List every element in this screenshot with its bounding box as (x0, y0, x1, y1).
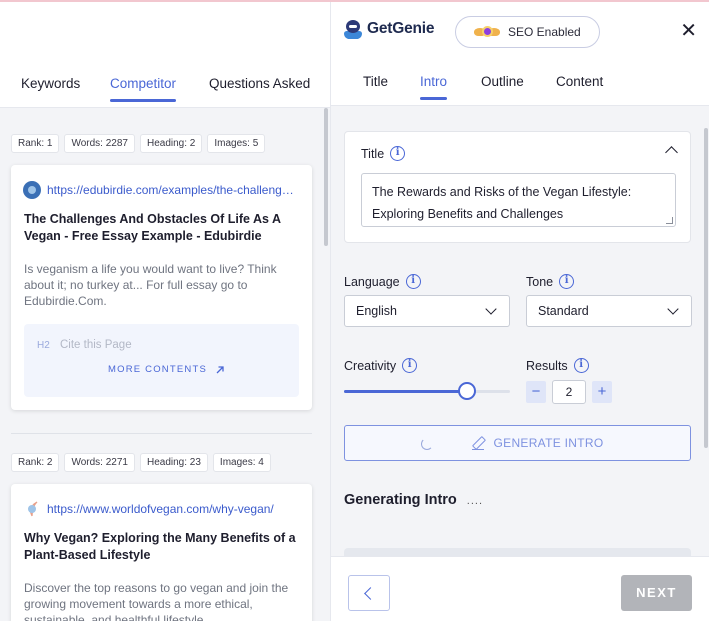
competitor-contents: H2 Cite this Page MORE CONTENTS (24, 324, 299, 397)
generate-intro-button[interactable]: GENERATE INTRO (344, 425, 691, 461)
competitor-title: The Challenges And Obstacles Of Life As … (24, 212, 281, 243)
left-scrollbar[interactable] (324, 108, 328, 246)
tone-label-row: Tone i (526, 274, 575, 289)
results-label: Results (526, 358, 568, 373)
result-skeleton (344, 548, 691, 556)
tab-content[interactable]: Content (556, 74, 603, 89)
heading-tag-label: H2 (37, 340, 50, 351)
leaf-favicon-icon (23, 500, 41, 518)
competitor-url-row[interactable]: https://edubirdie.com/examples/the-chall… (23, 181, 297, 199)
images-badge: Images: 5 (207, 134, 266, 153)
brand-name: GetGenie (367, 20, 435, 37)
tab-outline[interactable]: Outline (481, 74, 524, 89)
slider-thumb[interactable] (457, 382, 476, 400)
rank-badge: Rank: 1 (11, 134, 60, 153)
competitor-divider (11, 433, 312, 434)
chevron-left-icon (364, 587, 377, 600)
creativity-slider[interactable] (344, 382, 510, 400)
chevron-up-icon[interactable] (665, 146, 678, 159)
competitor-1-stats: Rank: 1 Words: 2287 Heading: 2 Images: 5 (11, 134, 266, 153)
heading-badge: Heading: 23 (139, 453, 208, 472)
language-label: Language (344, 274, 400, 289)
info-icon[interactable]: i (573, 358, 589, 373)
creativity-label-row: Creativity i (344, 358, 418, 373)
slider-fill (344, 390, 467, 393)
tone-label: Tone (526, 274, 554, 289)
heading-text: Cite this Page (60, 339, 132, 351)
images-badge: Images: 4 (212, 453, 271, 472)
tone-value: Standard (538, 304, 589, 318)
intro-form: Title i The Rewards and Risks of the Veg… (331, 106, 709, 556)
edubirdie-favicon-icon (23, 181, 41, 199)
decrement-button[interactable]: − (526, 381, 546, 403)
competitor-card-1: https://edubirdie.com/examples/the-chall… (11, 165, 312, 410)
pencil-icon (471, 437, 484, 450)
info-icon[interactable]: i (390, 146, 406, 161)
left-header (0, 2, 330, 62)
chevron-down-icon (667, 303, 679, 315)
resize-handle-icon[interactable] (666, 217, 673, 224)
title-value: The Rewards and Risks of the Vegan Lifes… (372, 185, 632, 221)
results-input[interactable]: 2 (552, 380, 586, 404)
competitor-url[interactable]: https://edubirdie.com/examples/the-chall… (47, 183, 297, 197)
chevron-down-icon (485, 303, 497, 315)
title-section: Title i The Rewards and Risks of the Veg… (344, 131, 691, 243)
seo-enabled-label: SEO Enabled (508, 25, 581, 39)
heading-badge: Heading: 2 (139, 134, 203, 153)
words-badge: Words: 2271 (64, 453, 135, 472)
title-label: Title (361, 146, 385, 161)
competitor-2-stats: Rank: 2 Words: 2271 Heading: 23 Images: … (11, 453, 271, 472)
creativity-label: Creativity (344, 358, 397, 373)
more-contents-button[interactable]: MORE CONTENTS (108, 364, 225, 375)
tab-competitor[interactable]: Competitor (110, 76, 177, 102)
right-panel: GetGenie SEO Enabled ✕ Title Intro Outli… (330, 2, 709, 621)
generate-intro-label: GENERATE INTRO (493, 436, 604, 450)
tone-select[interactable]: Standard (526, 295, 692, 327)
info-icon[interactable]: i (405, 274, 421, 289)
competitor-description: Is veganism a life you would want to liv… (24, 262, 277, 308)
title-textarea[interactable]: The Rewards and Risks of the Vegan Lifes… (361, 173, 676, 227)
back-button[interactable] (348, 575, 390, 611)
competitor-url[interactable]: https://www.worldofvegan.com/why-vegan/ (47, 502, 297, 516)
left-tabs: Keywords Competitor Questions Asked (0, 66, 330, 108)
info-icon[interactable]: i (559, 274, 575, 289)
results-stepper: − 2 + (526, 380, 612, 404)
loading-spinner-icon (421, 438, 433, 450)
increment-button[interactable]: + (592, 381, 612, 403)
competitor-title: Why Vegan? Exploring the Many Benefits o… (24, 531, 296, 562)
title-label-row: Title i (361, 146, 406, 161)
tab-questions-asked[interactable]: Questions Asked (209, 76, 310, 91)
generating-status: Generating Intro .... (344, 492, 483, 508)
footer-bar: NEXT (331, 556, 709, 621)
more-contents-label: MORE CONTENTS (108, 364, 207, 375)
next-button[interactable]: NEXT (621, 575, 692, 611)
language-value: English (356, 304, 397, 318)
seo-enabled-badge[interactable]: SEO Enabled (455, 16, 600, 48)
getgenie-logo: GetGenie (343, 18, 435, 40)
generating-label: Generating Intro (344, 492, 457, 508)
right-tabs: Title Intro Outline Content (331, 64, 709, 106)
tab-keywords[interactable]: Keywords (21, 76, 80, 91)
competitor-url-row[interactable]: https://www.worldofvegan.com/why-vegan/ (23, 500, 297, 518)
language-label-row: Language i (344, 274, 421, 289)
competitor-description: Discover the top reasons to go vegan and… (24, 581, 289, 621)
tab-title[interactable]: Title (363, 74, 388, 89)
rank-badge: Rank: 2 (11, 453, 60, 472)
arrow-up-right-icon (216, 365, 224, 373)
competitor-list: Rank: 1 Words: 2287 Heading: 2 Images: 5… (0, 108, 330, 621)
language-select[interactable]: English (344, 295, 510, 327)
tab-intro[interactable]: Intro (420, 74, 448, 100)
right-scrollbar[interactable] (704, 128, 708, 448)
left-panel: Keywords Competitor Questions Asked Rank… (0, 2, 330, 621)
words-badge: Words: 2287 (64, 134, 135, 153)
generating-dots: .... (466, 495, 484, 507)
info-icon[interactable]: i (402, 358, 418, 373)
close-icon[interactable]: ✕ (680, 21, 697, 41)
competitor-card-2: https://www.worldofvegan.com/why-vegan/ … (11, 484, 312, 621)
results-label-row: Results i (526, 358, 589, 373)
winged-gem-icon (474, 25, 500, 39)
genie-icon (343, 18, 363, 40)
